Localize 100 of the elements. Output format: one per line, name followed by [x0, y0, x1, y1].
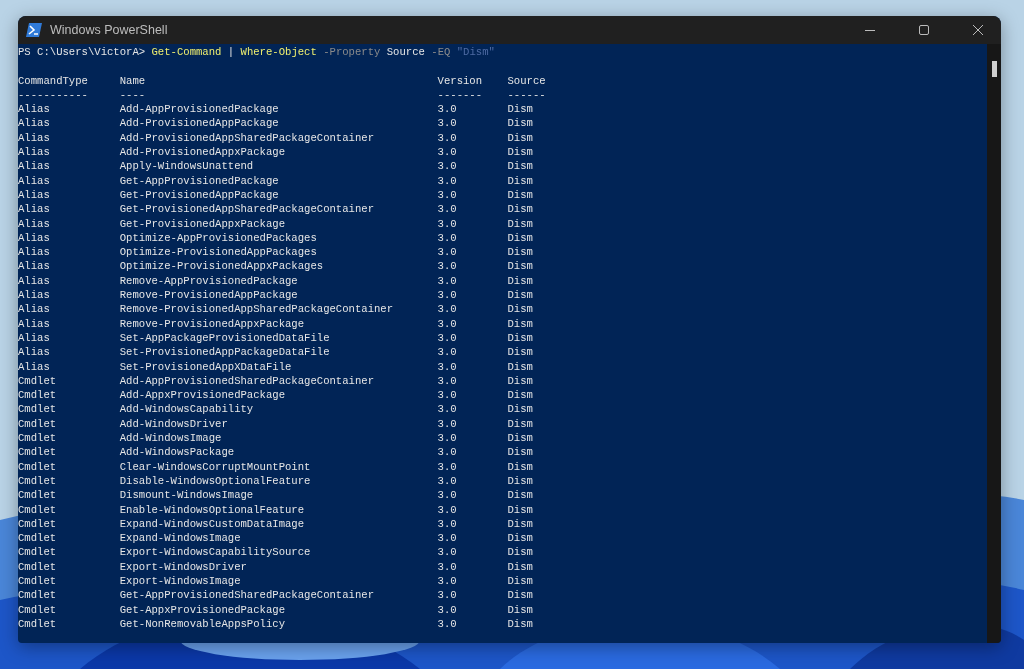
table-cell: 3.0 — [437, 617, 457, 630]
table-cell: Alias — [18, 317, 50, 330]
table-cell: 3.0 — [437, 432, 457, 444]
table-cell: 3.0 — [437, 575, 457, 587]
table-cell: 3.0 — [437, 417, 457, 430]
table-cell: Dism — [507, 403, 533, 416]
table-cell: Alias — [18, 188, 50, 201]
table-cell: Get-ProvisionedAppPackage — [119, 188, 279, 201]
table-cell: 3.0 — [437, 174, 457, 187]
table-cell: Dism — [507, 174, 533, 187]
table-cell: Alias — [18, 246, 50, 259]
table-cell: 3.0 — [437, 374, 457, 387]
table-cell: Dism — [507, 446, 533, 459]
table-cell: Dism — [507, 131, 533, 144]
table-cell: Add-WindowsCapability — [119, 403, 254, 416]
scrollbar-thumb[interactable] — [991, 61, 997, 77]
table-cell: Dism — [507, 560, 533, 573]
table-cell: Cmdlet — [18, 503, 57, 516]
table-cell: 3.0 — [437, 260, 457, 273]
table-cell: Export-WindowsDriver — [119, 560, 247, 573]
table-cell: Get-AppProvisionedPackage — [119, 174, 279, 187]
table-cell: Dismount-WindowsImage — [119, 489, 254, 502]
table-cell: Dism — [507, 503, 533, 516]
table-cell: Dism — [507, 589, 533, 602]
table-cell: Clear-WindowsCorruptMountPoint — [119, 460, 311, 473]
table-cell: Add-WindowsPackage — [119, 446, 235, 459]
table-cell: Alias — [18, 346, 50, 359]
table-cell: Dism — [507, 517, 533, 530]
table-cell: 3.0 — [437, 103, 457, 116]
table-cell: Dism — [507, 260, 533, 273]
string-text: "Dism" — [455, 45, 495, 60]
table-cell: Apply-WindowsUnattend — [119, 160, 254, 173]
table-cell: Dism — [507, 432, 533, 444]
table-cell: Alias — [18, 260, 50, 273]
table-cell: 3.0 — [437, 446, 457, 459]
table-cell: Disable-WindowsOptionalFeature — [119, 474, 311, 487]
table-cell: 3.0 — [437, 589, 457, 602]
table-cell: 3.0 — [437, 146, 457, 159]
table-cell: Cmdlet — [18, 389, 57, 402]
table-cell: 3.0 — [437, 389, 457, 402]
table-cell: Set-AppPackageProvisionedDataFile — [119, 331, 330, 344]
table-cell: Dism — [507, 603, 533, 616]
table-cell: Cmdlet — [18, 617, 57, 630]
table-cell: Add-WindowsImage — [119, 432, 222, 444]
table-cell: 3.0 — [437, 289, 457, 302]
table-cell: Cmdlet — [18, 403, 57, 416]
table-cell: Optimize-ProvisionedAppxPackages — [119, 260, 324, 273]
table-cell: Remove-ProvisionedAppSharedPackageContainer — [119, 303, 394, 316]
table-cell: Add-AppProvisionedSharedPackageContainer — [119, 374, 374, 387]
column-header: Name — [119, 74, 146, 87]
table-cell: Cmdlet — [18, 603, 57, 616]
table-cell: Dism — [507, 417, 533, 430]
table-cell: Add-WindowsDriver — [119, 417, 228, 430]
table-cell: Add-AppxProvisionedPackage — [119, 389, 285, 402]
table-cell: 3.0 — [437, 474, 457, 487]
table-cell: 3.0 — [437, 274, 457, 287]
table-cell: Dism — [507, 575, 533, 587]
table-cell: Cmdlet — [18, 532, 57, 545]
table-cell: Alias — [18, 203, 50, 216]
parameter-text: -EQ — [430, 45, 451, 60]
table-cell: Alias — [18, 146, 50, 159]
table-cell: Dism — [507, 460, 533, 473]
table-cell: Alias — [18, 231, 50, 244]
table-cell: Alias — [18, 160, 50, 173]
table-cell: Optimize-ProvisionedAppPackages — [119, 246, 317, 259]
table-cell: 3.0 — [437, 317, 457, 330]
table-cell: 3.0 — [437, 131, 457, 144]
table-cell: Alias — [18, 117, 50, 130]
table-cell: Add-ProvisionedAppSharedPackageContainer — [119, 131, 374, 144]
column-header: Source — [507, 74, 546, 87]
table-cell: 3.0 — [437, 188, 457, 201]
table-cell: Get-ProvisionedAppSharedPackageContainer — [119, 203, 374, 216]
table-cell: Cmdlet — [18, 432, 57, 444]
table-cell: 3.0 — [437, 331, 457, 344]
window-title: Windows PowerShell — [50, 21, 169, 39]
table-cell: Dism — [507, 474, 533, 487]
table-cell: 3.0 — [437, 303, 457, 316]
close-icon — [973, 25, 983, 36]
table-cell: Alias — [18, 274, 50, 287]
powershell-icon — [26, 23, 42, 37]
table-cell: Dism — [507, 532, 533, 545]
table-cell: Enable-WindowsOptionalFeature — [119, 503, 305, 516]
table-cell: 3.0 — [437, 560, 457, 573]
table-cell: Dism — [507, 360, 533, 373]
header-underline: ---- — [119, 88, 146, 101]
table-cell: Set-ProvisionedAppPackageDataFile — [119, 346, 330, 359]
table-cell: Cmdlet — [18, 446, 57, 459]
table-cell: Remove-ProvisionedAppPackage — [119, 289, 298, 302]
maximize-icon — [919, 25, 929, 36]
column-header: Version — [437, 74, 483, 87]
table-cell: Expand-WindowsImage — [119, 532, 241, 545]
table-cell: Dism — [507, 246, 533, 259]
table-cell: 3.0 — [437, 360, 457, 373]
prompt-text: PS C:\Users\VictorA> — [18, 45, 147, 60]
table-cell: Remove-ProvisionedAppxPackage — [119, 317, 305, 330]
table-cell: Dism — [507, 188, 533, 201]
table-cell: Cmdlet — [18, 417, 57, 430]
table-cell: Get-NonRemovableAppsPolicy — [119, 617, 285, 630]
prompt-text: Source — [385, 45, 425, 60]
table-cell: 3.0 — [437, 160, 457, 173]
